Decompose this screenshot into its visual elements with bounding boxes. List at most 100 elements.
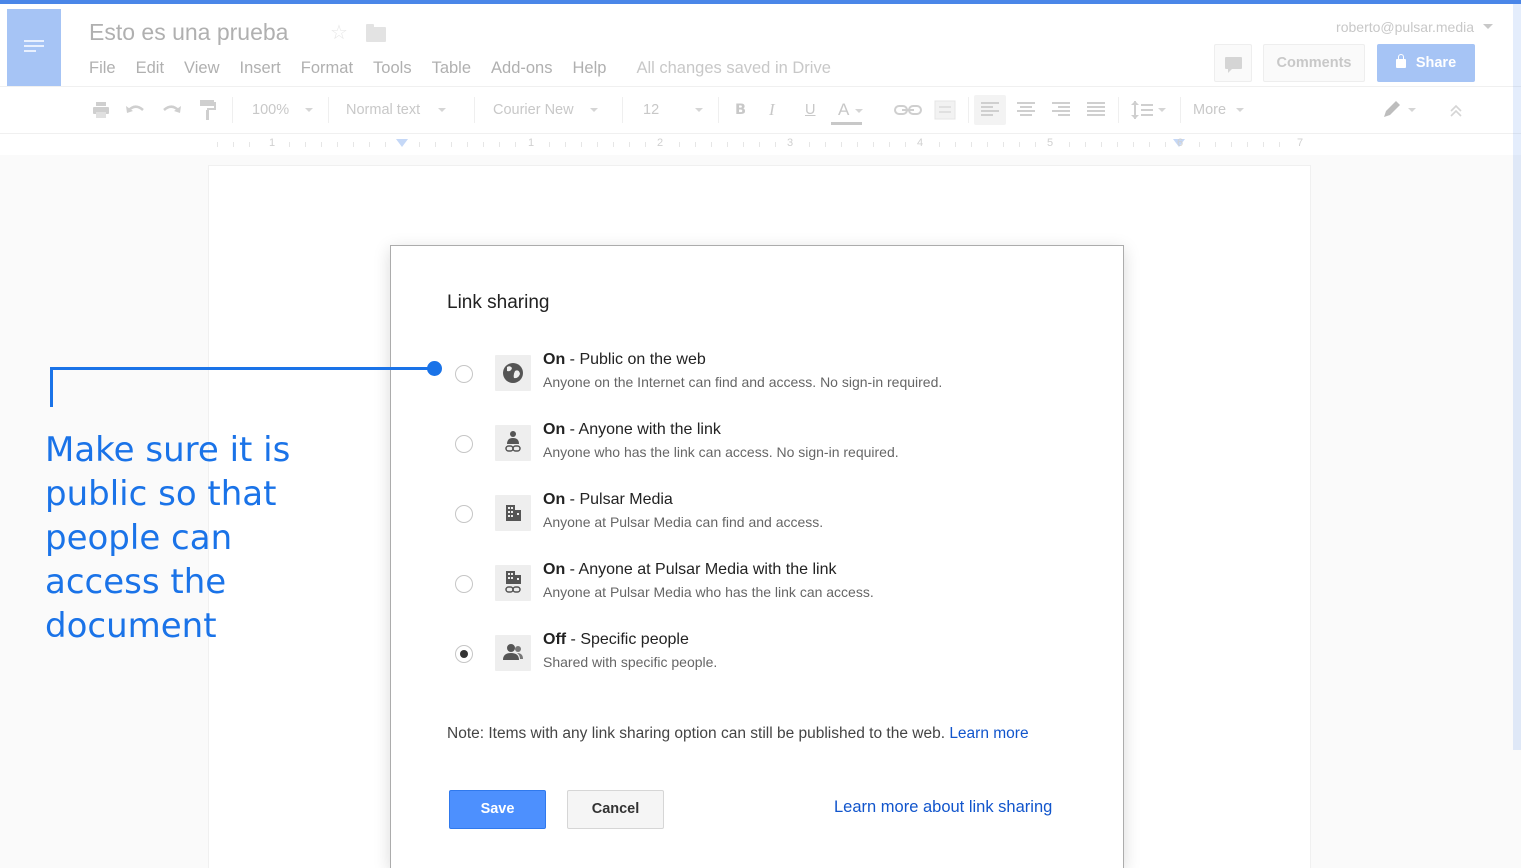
font-size-value: 12: [643, 102, 660, 118]
ruler-number: 1: [269, 137, 276, 149]
italic-button[interactable]: I: [769, 87, 775, 133]
menu-view[interactable]: View: [184, 59, 219, 78]
font-select[interactable]: Courier New: [493, 87, 598, 133]
comments-button[interactable]: Comments: [1263, 44, 1365, 82]
bold-button[interactable]: B: [735, 87, 746, 133]
link-icon[interactable]: [894, 104, 922, 116]
dialog-title: Link sharing: [447, 292, 550, 313]
menu-tools[interactable]: Tools: [373, 59, 412, 78]
option-title: On - Anyone with the link: [543, 421, 721, 438]
callout-dot: [427, 361, 442, 376]
align-center-icon[interactable]: [1017, 102, 1035, 118]
toolbar-separator: [1118, 97, 1119, 123]
print-icon[interactable]: [92, 102, 110, 118]
folder-icon[interactable]: [366, 24, 386, 42]
chat-icon: [1225, 57, 1242, 73]
text-color-button[interactable]: A: [838, 87, 864, 133]
toolbar-separator: [328, 97, 329, 123]
menu-insert[interactable]: Insert: [240, 59, 281, 78]
option-specific-people[interactable]: Off - Specific people Shared with specif…: [447, 631, 1087, 681]
option-pulsar-media-link[interactable]: On - Anyone at Pulsar Media with the lin…: [447, 561, 1087, 611]
ruler-number: 5: [1047, 137, 1054, 149]
style-value: Normal text: [346, 102, 421, 118]
redo-icon[interactable]: [162, 103, 182, 117]
ruler-number: 1: [528, 137, 535, 149]
toolbar-separator: [718, 97, 719, 123]
align-right-icon[interactable]: [1052, 102, 1070, 118]
people-icon: [495, 635, 531, 671]
radio-anyone-with-link[interactable]: [455, 435, 473, 453]
cancel-button[interactable]: Cancel: [567, 790, 664, 829]
text-color-swatch: [831, 122, 862, 125]
chat-button[interactable]: [1214, 44, 1252, 82]
learn-more-link[interactable]: Learn more: [949, 725, 1028, 742]
callout-line: [50, 367, 432, 370]
font-size-select[interactable]: 12: [643, 87, 704, 133]
share-label: Share: [1415, 55, 1457, 71]
link-sharing-dialog: Link sharing On - Public on the web Anyo…: [390, 245, 1124, 868]
menu-help[interactable]: Help: [573, 59, 607, 78]
building-link-icon: [495, 565, 531, 601]
option-title: On - Pulsar Media: [543, 491, 673, 508]
undo-icon[interactable]: [125, 103, 145, 117]
radio-public-web[interactable]: [455, 365, 473, 383]
style-select[interactable]: Normal text: [346, 87, 447, 133]
paint-format-icon[interactable]: [199, 99, 217, 121]
toolbar-separator: [968, 97, 969, 123]
editing-mode-caret[interactable]: [1406, 87, 1420, 133]
app-header: Esto es una prueba ☆ File Edit View Inse…: [0, 4, 1521, 89]
zoom-value: 100%: [252, 102, 290, 118]
collapse-chevron-icon[interactable]: [1449, 104, 1463, 118]
option-title: Off - Specific people: [543, 631, 689, 648]
ruler-number: 2: [657, 137, 664, 149]
option-title: On - Public on the web: [543, 351, 706, 368]
menu-bar: File Edit View Insert Format Tools Table…: [89, 59, 831, 78]
document-title[interactable]: Esto es una prueba: [89, 19, 288, 46]
toolbar-separator: [1180, 97, 1181, 123]
underline-button[interactable]: U: [805, 87, 815, 133]
zoom-select[interactable]: 100%: [252, 87, 314, 133]
pencil-icon[interactable]: [1382, 101, 1404, 119]
option-description: Anyone on the Internet can find and acce…: [543, 374, 943, 390]
option-pulsar-media[interactable]: On - Pulsar Media Anyone at Pulsar Media…: [447, 491, 1087, 541]
globe-icon: [495, 355, 531, 391]
menu-addons[interactable]: Add-ons: [491, 59, 552, 78]
menu-format[interactable]: Format: [301, 59, 353, 78]
toolbar-separator: [474, 97, 475, 123]
line-spacing-icon[interactable]: [1131, 101, 1153, 119]
menu-file[interactable]: File: [89, 59, 116, 78]
radio-pulsar-media-link[interactable]: [455, 575, 473, 593]
radio-pulsar-media[interactable]: [455, 505, 473, 523]
option-anyone-with-link[interactable]: On - Anyone with the link Anyone who has…: [447, 421, 1087, 471]
person-link-icon: [495, 425, 531, 461]
callout-annotation: Make sure it is public so that people ca…: [45, 430, 291, 646]
align-justify-icon[interactable]: [1087, 102, 1105, 118]
user-email[interactable]: roberto@pulsar.media: [1336, 19, 1474, 35]
chevron-down-icon[interactable]: [1483, 24, 1493, 29]
docs-menu-icon[interactable]: [7, 9, 61, 89]
menu-edit[interactable]: Edit: [136, 59, 164, 78]
share-button[interactable]: Share: [1377, 44, 1475, 82]
line-spacing-caret[interactable]: [1156, 87, 1170, 133]
ruler-number: 6: [1177, 137, 1184, 149]
more-button[interactable]: More: [1193, 87, 1245, 133]
option-public-web[interactable]: On - Public on the web Anyone on the Int…: [447, 351, 1087, 401]
insert-comment-icon[interactable]: [934, 100, 956, 120]
ruler[interactable]: 1 1 2 3 4 5 6 7: [207, 136, 1312, 154]
ruler-number: 3: [787, 137, 794, 149]
menu-table[interactable]: Table: [432, 59, 471, 78]
ruler-number: 4: [917, 137, 924, 149]
learn-more-link-sharing[interactable]: Learn more about link sharing: [834, 798, 1052, 817]
more-label: More: [1193, 102, 1227, 118]
toolbar-separator: [232, 97, 233, 123]
save-status: All changes saved in Drive: [636, 59, 831, 77]
radio-specific-people[interactable]: [455, 645, 473, 663]
text-color-label: A: [838, 100, 850, 119]
font-value: Courier New: [493, 102, 574, 118]
star-icon[interactable]: ☆: [330, 20, 348, 45]
left-indent-marker[interactable]: [396, 139, 408, 147]
building-icon: [495, 495, 531, 531]
toolbar-separator: [622, 97, 623, 123]
align-left-icon[interactable]: [981, 102, 999, 118]
save-button[interactable]: Save: [449, 790, 546, 829]
